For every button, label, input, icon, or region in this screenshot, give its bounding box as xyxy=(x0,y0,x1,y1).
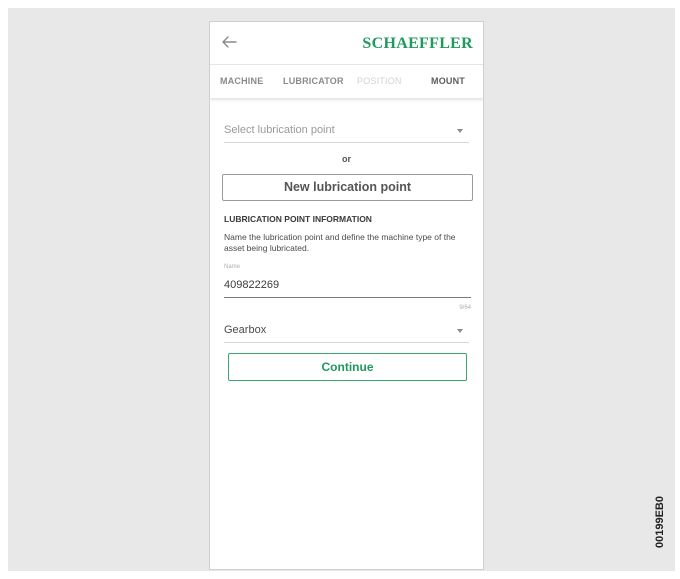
new-lubrication-point-button[interactable]: New lubrication point xyxy=(222,174,473,201)
section-title: LUBRICATION POINT INFORMATION xyxy=(224,214,372,224)
arrow-left-icon[interactable] xyxy=(220,34,238,50)
name-char-counter: 9/64 xyxy=(459,305,471,311)
or-separator: or xyxy=(342,154,351,164)
tab-position[interactable]: POSITION xyxy=(357,76,402,86)
step-tabs: MACHINE LUBRICATOR POSITION MOUNT xyxy=(210,66,483,98)
select-lubrication-point-dropdown[interactable]: Select lubrication point xyxy=(224,120,469,143)
tab-machine[interactable]: MACHINE xyxy=(220,76,263,86)
machine-type-value: Gearbox xyxy=(224,324,267,336)
tab-mount[interactable]: MOUNT xyxy=(431,76,465,86)
dropdown-caret-icon xyxy=(457,329,463,333)
name-field[interactable] xyxy=(224,273,471,298)
select-placeholder: Select lubrication point xyxy=(224,124,335,136)
name-field-label: Name xyxy=(224,264,241,270)
app-bar: SCHAEFFLER xyxy=(210,22,483,65)
machine-type-dropdown[interactable]: Gearbox xyxy=(224,320,469,343)
tab-lubricator[interactable]: LUBRICATOR xyxy=(283,76,344,86)
section-description: Name the lubrication point and define th… xyxy=(224,232,456,253)
continue-button[interactable]: Continue xyxy=(228,353,467,381)
figure-code: 00199EB0 xyxy=(654,496,666,548)
phone-screen: SCHAEFFLER MACHINE LUBRICATOR POSITION M… xyxy=(209,21,484,570)
dropdown-caret-icon xyxy=(457,129,463,133)
brand-logo: SCHAEFFLER xyxy=(362,35,473,52)
